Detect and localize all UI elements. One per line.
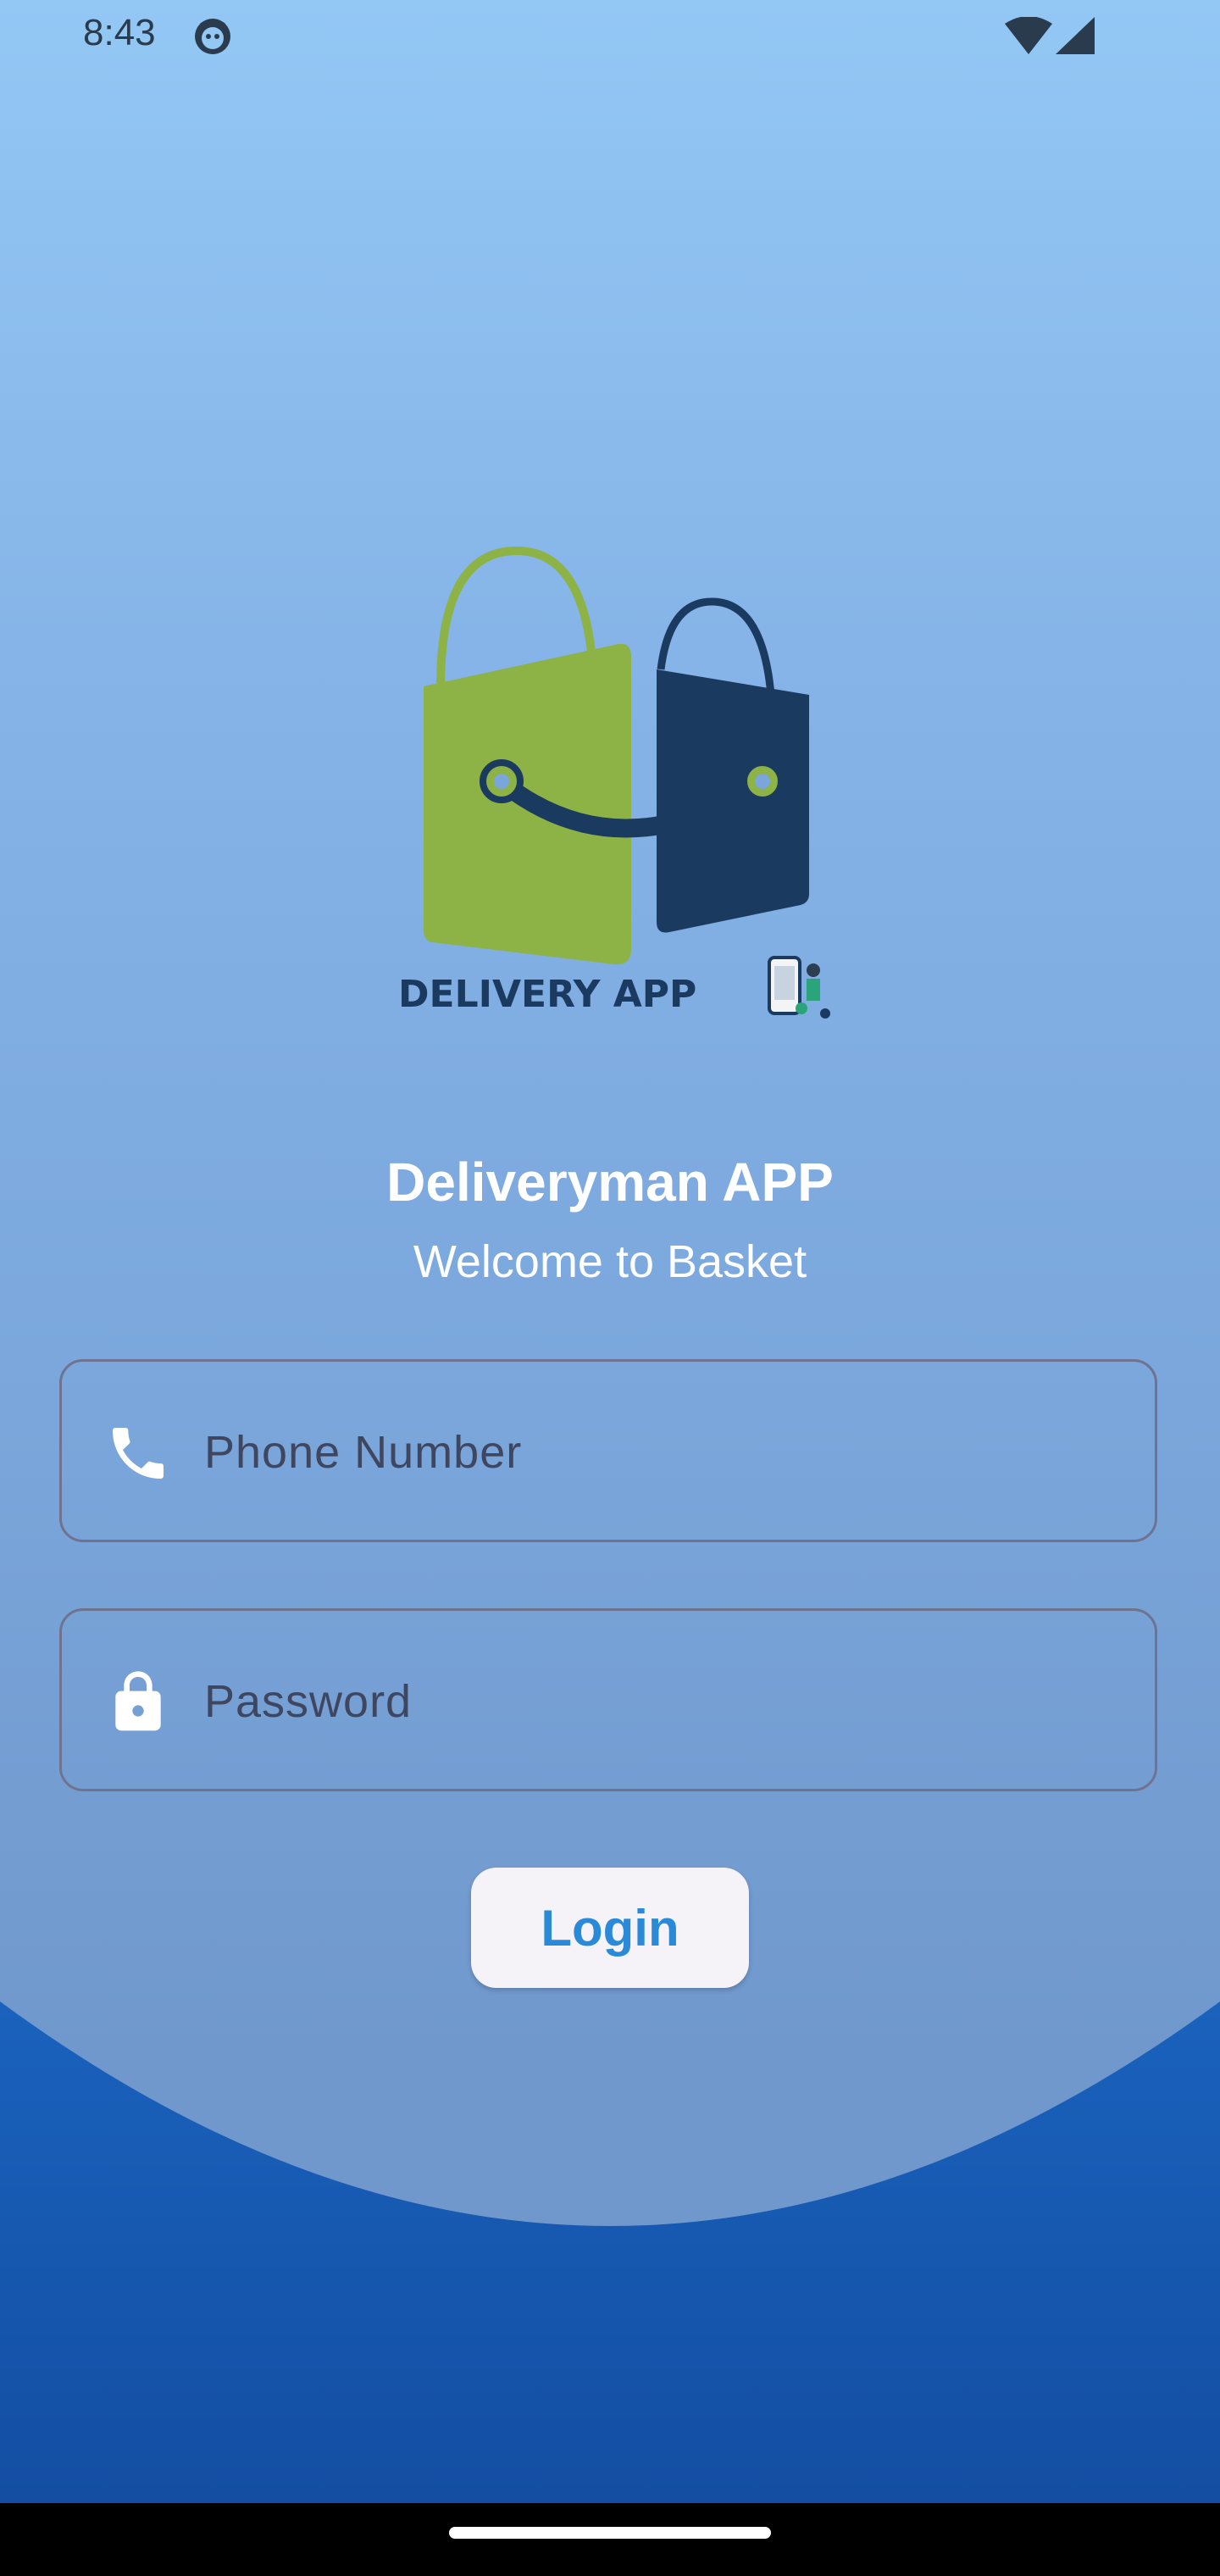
android-notification-icon bbox=[195, 19, 230, 54]
cell-signal-icon bbox=[1056, 17, 1095, 54]
home-gesture-handle[interactable] bbox=[449, 2527, 771, 2539]
phone-icon bbox=[113, 1428, 164, 1479]
login-screen: 8:43 DELIVERY APP Deliveryman APP Welcom… bbox=[0, 0, 1220, 2576]
welcome-subtitle: Welcome to Basket bbox=[413, 1236, 807, 1287]
password-input[interactable] bbox=[204, 1645, 1119, 1758]
logo-text: DELIVERY APP bbox=[398, 973, 696, 1016]
system-navigation-bar bbox=[0, 2503, 1220, 2576]
lock-icon bbox=[115, 1671, 161, 1731]
password-field[interactable] bbox=[59, 1608, 1157, 1791]
phone-number-input[interactable] bbox=[204, 1396, 1119, 1509]
status-time: 8:43 bbox=[83, 12, 156, 53]
shopping-bags-logo: DELIVERY APP bbox=[398, 546, 830, 1019]
bottom-wave-background bbox=[0, 2001, 1220, 2576]
status-bar: 8:43 bbox=[0, 0, 1220, 76]
phone-number-field[interactable] bbox=[59, 1359, 1157, 1542]
wifi-icon bbox=[1005, 17, 1052, 54]
login-button[interactable]: Login bbox=[471, 1868, 749, 1988]
app-title: Deliveryman APP bbox=[386, 1152, 834, 1213]
